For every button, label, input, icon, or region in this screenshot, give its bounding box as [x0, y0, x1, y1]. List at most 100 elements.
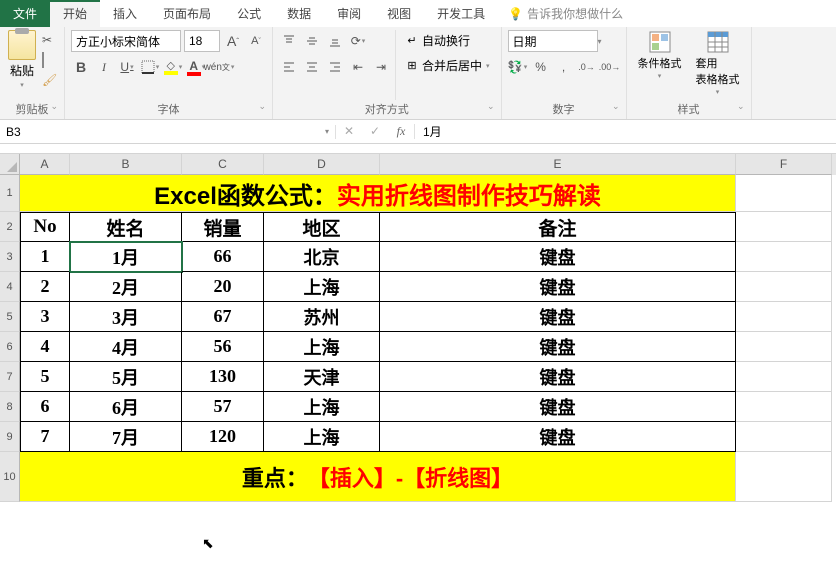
cell[interactable]: 北京: [264, 242, 380, 272]
cell[interactable]: 4: [20, 332, 70, 362]
cell[interactable]: 6月: [70, 392, 182, 422]
row-header[interactable]: 2: [0, 212, 20, 242]
col-header[interactable]: A: [20, 154, 70, 175]
cell[interactable]: 天津: [264, 362, 380, 392]
cell[interactable]: 20: [182, 272, 264, 302]
cell[interactable]: 1月: [70, 242, 182, 272]
row-header[interactable]: 9: [0, 422, 20, 452]
format-painter-button[interactable]: 🖌: [42, 73, 58, 87]
col-header[interactable]: C: [182, 154, 264, 175]
cell[interactable]: [736, 302, 832, 332]
comma-button[interactable]: ,: [554, 56, 574, 78]
align-center-button[interactable]: [302, 56, 322, 78]
underline-button[interactable]: U: [117, 56, 137, 78]
cell[interactable]: 键盘: [380, 302, 736, 332]
row-header[interactable]: 10: [0, 452, 20, 502]
decrease-indent-button[interactable]: ⇤: [348, 56, 368, 78]
cell[interactable]: 备注: [380, 212, 736, 242]
cut-button[interactable]: ✂: [42, 33, 58, 47]
font-name-select[interactable]: [71, 30, 181, 52]
cell[interactable]: 3: [20, 302, 70, 332]
col-header[interactable]: E: [380, 154, 736, 175]
tell-me-search[interactable]: 💡 告诉我你想做什么: [508, 0, 623, 27]
cell[interactable]: [736, 452, 832, 502]
cell[interactable]: 4月: [70, 332, 182, 362]
cell[interactable]: [736, 422, 832, 452]
increase-indent-button[interactable]: ⇥: [371, 56, 391, 78]
align-left-button[interactable]: [279, 56, 299, 78]
cell[interactable]: 6: [20, 392, 70, 422]
table-format-button[interactable]: 套用 表格格式 ▾: [691, 30, 745, 100]
percent-button[interactable]: %: [531, 56, 551, 78]
row-header[interactable]: 4: [0, 272, 20, 302]
tab-home[interactable]: 开始: [50, 0, 100, 27]
tab-formulas[interactable]: 公式: [224, 0, 274, 27]
cell[interactable]: 键盘: [380, 272, 736, 302]
cancel-formula-button[interactable]: ✕: [336, 124, 362, 139]
bold-button[interactable]: B: [71, 56, 91, 78]
tab-developer[interactable]: 开发工具: [424, 0, 498, 27]
tab-page-layout[interactable]: 页面布局: [150, 0, 224, 27]
conditional-format-button[interactable]: 条件格式 ▾: [633, 30, 687, 100]
cell[interactable]: 苏州: [264, 302, 380, 332]
row-header[interactable]: 7: [0, 362, 20, 392]
fill-color-button[interactable]: ◇: [163, 56, 183, 78]
align-middle-button[interactable]: [302, 30, 322, 52]
wrap-text-button[interactable]: ↵自动换行: [400, 30, 495, 51]
tab-data[interactable]: 数据: [274, 0, 324, 27]
cell[interactable]: 67: [182, 302, 264, 332]
cell[interactable]: 键盘: [380, 392, 736, 422]
cell[interactable]: 57: [182, 392, 264, 422]
cell[interactable]: 5月: [70, 362, 182, 392]
cell[interactable]: 销量: [182, 212, 264, 242]
cell[interactable]: No: [20, 212, 70, 242]
title-cell[interactable]: Excel函数公式：实用折线图制作技巧解读: [20, 175, 736, 212]
col-header[interactable]: B: [70, 154, 182, 175]
align-bottom-button[interactable]: [325, 30, 345, 52]
increase-font-button[interactable]: Aˆ: [223, 30, 243, 52]
align-top-button[interactable]: [279, 30, 299, 52]
tab-insert[interactable]: 插入: [100, 0, 150, 27]
cell[interactable]: 7月: [70, 422, 182, 452]
cell[interactable]: 2: [20, 272, 70, 302]
font-size-select[interactable]: [184, 30, 220, 52]
row-header[interactable]: 6: [0, 332, 20, 362]
cell[interactable]: 键盘: [380, 362, 736, 392]
merge-center-button[interactable]: ⊞合并后居中: [400, 55, 495, 76]
cell[interactable]: 5: [20, 362, 70, 392]
cell[interactable]: 2月: [70, 272, 182, 302]
cell[interactable]: 130: [182, 362, 264, 392]
row-header[interactable]: 3: [0, 242, 20, 272]
enter-formula-button[interactable]: ✓: [362, 124, 388, 139]
cell[interactable]: 键盘: [380, 242, 736, 272]
copy-button[interactable]: [42, 53, 58, 67]
paste-button[interactable]: 粘贴 ▾: [6, 30, 38, 100]
cell[interactable]: 上海: [264, 392, 380, 422]
cell[interactable]: 1: [20, 242, 70, 272]
cell[interactable]: 地区: [264, 212, 380, 242]
cell[interactable]: [736, 242, 832, 272]
orientation-button[interactable]: ⟳: [348, 30, 368, 52]
cell[interactable]: 键盘: [380, 422, 736, 452]
decrease-decimal-button[interactable]: .00→: [600, 56, 620, 78]
insert-function-button[interactable]: fx: [388, 124, 414, 139]
border-button[interactable]: [140, 56, 160, 78]
col-header[interactable]: F: [736, 154, 832, 175]
cell[interactable]: 120: [182, 422, 264, 452]
cell[interactable]: 上海: [264, 272, 380, 302]
cell[interactable]: [736, 392, 832, 422]
cell[interactable]: 56: [182, 332, 264, 362]
cell[interactable]: [736, 332, 832, 362]
cell[interactable]: 姓名: [70, 212, 182, 242]
cell[interactable]: 7: [20, 422, 70, 452]
currency-button[interactable]: 💱: [508, 56, 528, 78]
select-all-corner[interactable]: [0, 154, 20, 175]
formula-input[interactable]: 1月: [415, 123, 836, 140]
align-right-button[interactable]: [325, 56, 345, 78]
name-box[interactable]: B3: [0, 125, 336, 139]
cell[interactable]: 上海: [264, 332, 380, 362]
cell[interactable]: 3月: [70, 302, 182, 332]
tab-review[interactable]: 审阅: [324, 0, 374, 27]
col-header[interactable]: D: [264, 154, 380, 175]
tab-view[interactable]: 视图: [374, 0, 424, 27]
